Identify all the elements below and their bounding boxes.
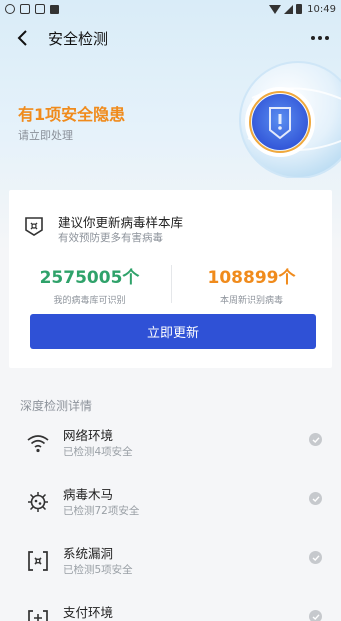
item-title: 系统漏洞 bbox=[63, 546, 114, 561]
status-bar: 10:49 bbox=[0, 0, 341, 18]
system-vulnerability-icon bbox=[28, 551, 48, 571]
stat-value: 2575005个 bbox=[39, 268, 140, 288]
check-icon bbox=[309, 492, 322, 505]
security-shield-illustration bbox=[239, 61, 341, 178]
title-bar: 安全检测 bbox=[0, 20, 341, 56]
wifi-signal-icon bbox=[269, 4, 282, 14]
card-subtitle: 有效预防更多有害病毒 bbox=[58, 232, 163, 244]
item-title: 病毒木马 bbox=[63, 487, 114, 502]
wifi-icon bbox=[27, 435, 49, 453]
list-item-system[interactable]: 系统漏洞 已检测5项安全 bbox=[0, 543, 341, 593]
stat-recognizable-viruses: 2575005个 我的病毒库可识别 bbox=[9, 263, 170, 306]
more-dot-icon bbox=[318, 36, 322, 40]
item-subtitle: 已检测5项安全 bbox=[63, 564, 133, 576]
status-time: 10:49 bbox=[307, 3, 336, 15]
app-notification-icon bbox=[20, 4, 30, 14]
page-title: 安全检测 bbox=[48, 30, 109, 48]
cell-signal-icon bbox=[284, 4, 294, 14]
list-item-virus[interactable]: 病毒木马 已检测72项安全 bbox=[0, 484, 341, 534]
virus-library-card: 建议你更新病毒样本库 有效预防更多有害病毒 2575005个 我的病毒库可识别 … bbox=[9, 190, 332, 368]
item-title: 支付环境 bbox=[63, 605, 114, 620]
item-subtitle: 已检测72项安全 bbox=[63, 505, 140, 517]
battery-icon bbox=[296, 4, 303, 14]
more-dot-icon bbox=[311, 36, 315, 40]
more-dot-icon bbox=[325, 36, 329, 40]
more-options-button[interactable] bbox=[307, 26, 333, 50]
back-arrow-icon bbox=[17, 30, 27, 46]
stat-label: 本周新识别病毒 bbox=[219, 296, 283, 306]
card-title: 建议你更新病毒样本库 bbox=[58, 215, 184, 230]
list-item-payment[interactable]: 支付环境 bbox=[0, 602, 341, 621]
check-icon bbox=[309, 433, 322, 446]
risk-summary-title: 有1项安全隐患 bbox=[18, 105, 126, 124]
notification-icons bbox=[5, 4, 59, 14]
item-title: 网络环境 bbox=[63, 428, 114, 443]
check-icon bbox=[309, 551, 322, 564]
virus-shield-icon bbox=[25, 217, 43, 236]
check-icon bbox=[309, 610, 322, 621]
item-subtitle: 已检测4项安全 bbox=[63, 446, 133, 458]
virus-icon bbox=[28, 492, 48, 512]
payment-icon bbox=[28, 610, 48, 621]
stat-value: 108899个 bbox=[207, 268, 296, 288]
system-status: 10:49 bbox=[269, 4, 336, 15]
stat-label: 我的病毒库可识别 bbox=[53, 296, 126, 306]
stat-new-viruses: 108899个 本周新识别病毒 bbox=[171, 263, 332, 306]
list-item-network[interactable]: 网络环境 已检测4项安全 bbox=[0, 425, 341, 475]
message-icon bbox=[35, 4, 45, 14]
section-heading: 深度检测详情 bbox=[20, 399, 93, 413]
download-icon bbox=[50, 4, 59, 14]
sync-icon bbox=[5, 4, 15, 14]
back-button[interactable] bbox=[12, 26, 34, 50]
update-now-button[interactable]: 立即更新 bbox=[30, 314, 316, 349]
risk-summary-subtitle: 请立即处理 bbox=[18, 129, 73, 142]
